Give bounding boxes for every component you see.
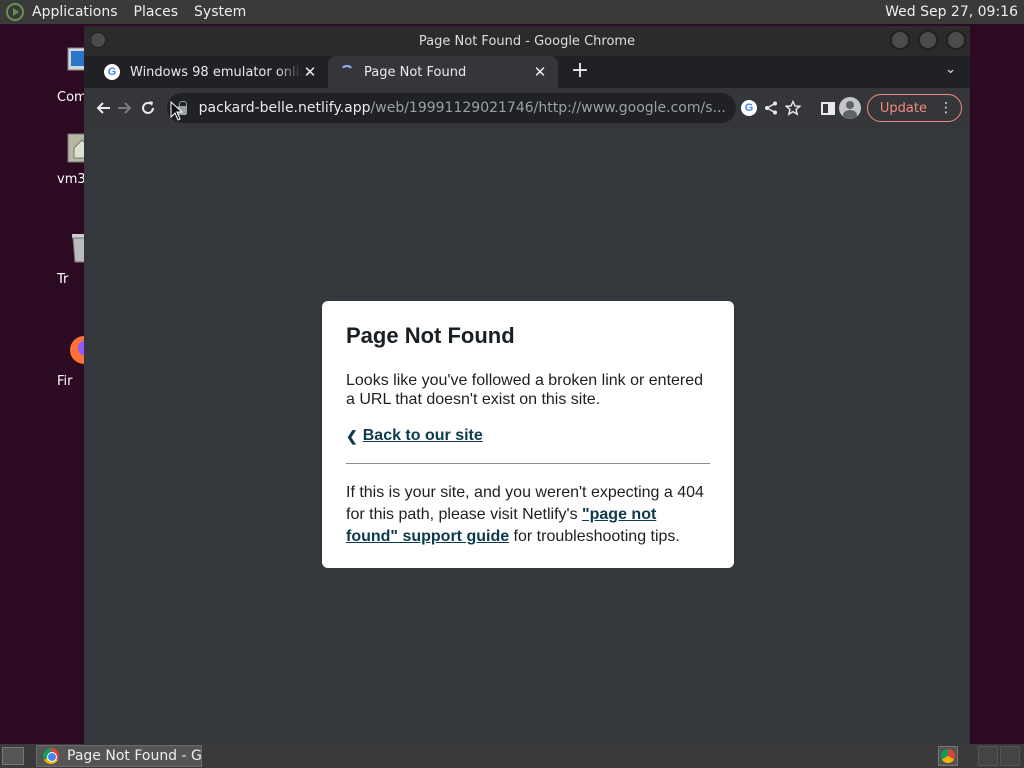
- clock[interactable]: Wed Sep 27, 09:16: [885, 4, 1024, 20]
- share-icon[interactable]: [760, 94, 782, 122]
- menu-places[interactable]: Places: [126, 0, 187, 24]
- menu-system[interactable]: System: [186, 0, 254, 24]
- update-label: Update: [879, 100, 927, 116]
- tab-page-not-found[interactable]: Page Not Found ✕: [328, 56, 558, 88]
- chrome-icon: [43, 748, 59, 764]
- google-favicon-icon: G: [104, 64, 120, 80]
- address-bar[interactable]: packard-belle.netlify.app/web/1999112902…: [166, 93, 736, 123]
- back-to-site-link[interactable]: ❮ Back to our site: [346, 427, 710, 445]
- chevron-left-icon: ❮: [346, 427, 358, 444]
- minimize-button[interactable]: [890, 30, 910, 50]
- reload-icon[interactable]: [136, 94, 158, 122]
- error-message: Looks like you've followed a broken link…: [346, 372, 704, 408]
- tab-windows98[interactable]: G Windows 98 emulator online - ✕: [92, 56, 328, 88]
- support-hint: If this is your site, and you weren't ex…: [346, 482, 710, 548]
- show-desktop-icon[interactable]: [2, 747, 24, 765]
- page-title: Page Not Found: [346, 323, 515, 348]
- close-button[interactable]: [946, 30, 966, 50]
- workspace-2[interactable]: [1000, 746, 1020, 766]
- window-controls: [890, 30, 966, 50]
- tab-search-icon[interactable]: ⌄: [945, 62, 956, 77]
- top-panel: Applications Places System Wed Sep 27, 0…: [0, 0, 1024, 24]
- not-found-card: Page Not Found Looks like you've followe…: [322, 301, 734, 568]
- hint-text-end: for troubleshooting tips.: [509, 528, 680, 545]
- update-button[interactable]: Update ⋮: [866, 94, 962, 122]
- new-tab-button[interactable]: +: [566, 58, 594, 86]
- window-titlebar[interactable]: Page Not Found - Google Chrome: [84, 26, 970, 56]
- tab-close-icon[interactable]: ✕: [302, 63, 318, 81]
- window-menu-icon[interactable]: [90, 32, 106, 48]
- profile-icon[interactable]: [838, 94, 861, 122]
- menu-icon[interactable]: ⋮: [939, 100, 953, 116]
- tray-chrome-icon[interactable]: [938, 746, 958, 766]
- page-viewport: Page Not Found Looks like you've followe…: [84, 128, 970, 744]
- forward-icon[interactable]: [114, 94, 136, 122]
- applications-icon[interactable]: [6, 3, 24, 21]
- bookmark-star-icon[interactable]: [782, 94, 804, 122]
- tab-strip: G Windows 98 emulator online - ✕ Page No…: [84, 56, 970, 88]
- divider: [346, 463, 710, 464]
- url-text: packard-belle.netlify.app/web/1999112902…: [199, 100, 726, 116]
- tab-title: Windows 98 emulator online -: [130, 64, 302, 80]
- bottom-panel: Page Not Found - G...: [0, 744, 1024, 768]
- mouse-cursor-icon: [170, 101, 184, 121]
- browser-toolbar: packard-belle.netlify.app/web/1999112902…: [84, 88, 970, 128]
- window-title: Page Not Found - Google Chrome: [418, 33, 636, 49]
- back-link-label: Back to our site: [362, 427, 483, 444]
- google-lens-icon[interactable]: G: [738, 94, 760, 122]
- tab-title: Page Not Found: [364, 64, 467, 80]
- top-menu: Applications Places System: [0, 0, 254, 24]
- taskbar-item-chrome[interactable]: Page Not Found - G...: [36, 745, 202, 767]
- menu-applications[interactable]: Applications: [24, 0, 126, 24]
- maximize-button[interactable]: [918, 30, 938, 50]
- url-host: packard-belle.netlify.app: [198, 100, 371, 116]
- back-icon[interactable]: [92, 94, 114, 122]
- side-panel-icon[interactable]: [816, 94, 838, 122]
- url-path: /web/19991129021746/http://www.google.co…: [370, 100, 726, 116]
- browser-window: Page Not Found - Google Chrome G Windows…: [84, 26, 970, 744]
- loading-spinner-icon: [340, 65, 354, 79]
- taskbar-item-label: Page Not Found - G...: [67, 748, 201, 764]
- workspace-1[interactable]: [978, 746, 998, 766]
- tab-close-icon[interactable]: ✕: [532, 63, 548, 81]
